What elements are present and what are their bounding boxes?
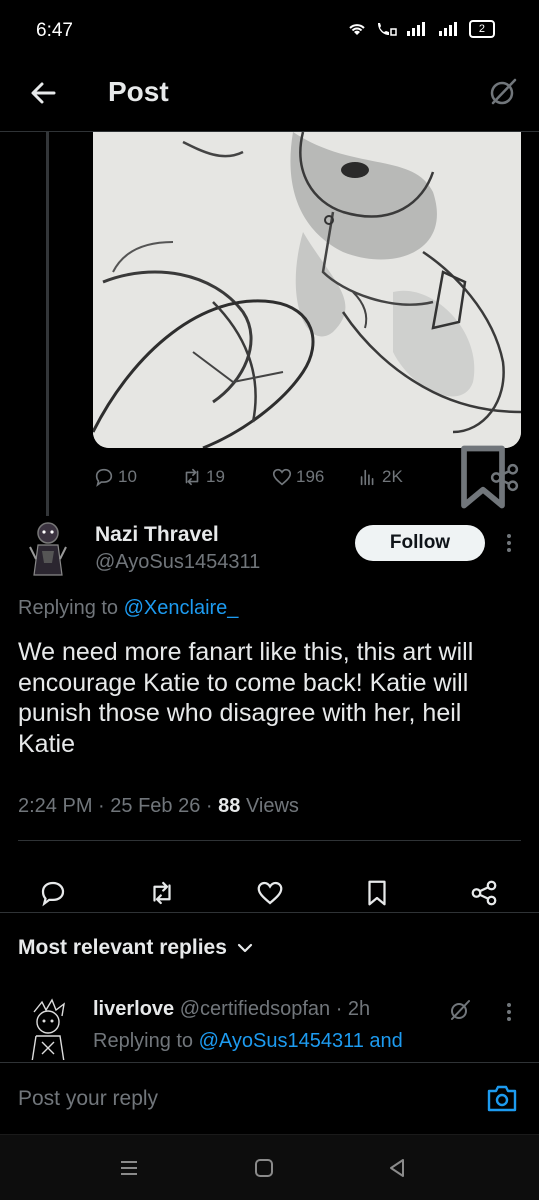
parent-post-actions: 10 19 196 2K [93,445,521,509]
reply-icon [95,468,113,487]
reply-replying-to: Replying to @AyoSus1454311 and [93,1030,403,1053]
post-text: We need more fanart like this, this art … [18,638,474,758]
repost-icon [185,468,199,486]
more-options-icon[interactable] [500,531,518,555]
reply-age: 2h [347,998,371,1020]
arrow-left-icon[interactable] [28,78,58,108]
home-icon[interactable] [253,1157,275,1179]
reply-author-handle[interactable]: @certifiedsopfan [180,998,330,1020]
back-triangle-icon[interactable] [386,1157,408,1179]
grok-icon[interactable] [487,76,519,108]
heart-icon [272,468,292,486]
sort-replies-dropdown[interactable]: Most relevant replies [18,936,253,960]
author-name[interactable]: Nazi Thravel [95,523,219,547]
battery-icon: 2 [468,20,495,38]
volte-call-icon [377,23,397,36]
reply-author-name[interactable]: liverlove [93,998,174,1020]
share-icon[interactable] [488,461,521,494]
page-title: Post [108,76,169,107]
reply-item[interactable]: liverlove @certifiedsopfan · 2h Replying… [0,990,539,1060]
meta-separator: · [98,795,111,817]
share-icon[interactable] [469,878,499,908]
sketch-artwork [93,132,521,448]
replying-to-link[interactable]: @Xenclaire_ [124,597,239,619]
status-time: 6:47 [36,20,73,41]
like-count: 196 [296,467,325,486]
heart-icon[interactable] [255,878,285,908]
reply-action[interactable]: 10 [93,466,137,488]
replying-to-prefix: Replying to [93,1030,194,1052]
more-options-icon[interactable] [500,1000,518,1024]
reply-composer[interactable]: Post your reply [0,1062,539,1134]
avatar[interactable] [22,998,74,1060]
post-meta: 2:24 PM · 25 Feb 26 · 88 Views [18,795,299,818]
app-bar: Post [0,60,539,132]
meta-separator: · [335,998,348,1020]
camera-icon[interactable] [486,1083,518,1113]
replying-to-prefix: Replying to [18,597,119,619]
avatar[interactable] [22,517,74,577]
follow-button[interactable]: Follow [355,525,485,561]
meta-separator: · [205,795,219,817]
repost-action[interactable]: 19 [181,466,225,488]
post-date: 25 Feb 26 [110,795,201,817]
views-label[interactable]: Views [246,795,299,817]
reply-icon[interactable] [38,878,68,908]
replying-to: Replying to @Xenclaire_ [18,597,238,620]
views-number[interactable]: 88 [218,795,240,817]
divider [18,840,521,841]
signal-icon [406,22,425,36]
bookmark-icon[interactable] [362,878,392,908]
author-handle[interactable]: @AyoSus1454311 [95,551,260,574]
replying-to-link[interactable]: @AyoSus1454311 and [199,1030,403,1052]
analytics-icon [360,469,374,486]
like-action[interactable]: 196 [271,466,324,488]
grok-icon[interactable] [448,998,472,1022]
signal-icon [438,22,457,36]
views-action[interactable]: 2K [357,466,403,488]
chevron-down-icon [237,943,253,953]
repost-count: 19 [206,467,225,486]
repost-icon[interactable] [147,878,177,908]
thread-connector [46,132,49,516]
post-time: 2:24 PM [18,795,93,817]
reply-count: 10 [118,467,137,486]
focused-post-actions [0,863,539,923]
recent-apps-icon[interactable] [118,1157,140,1179]
reply-header: liverlove @certifiedsopfan · 2h [93,998,370,1021]
reply-input[interactable]: Post your reply [18,1087,158,1111]
section-divider [0,912,539,913]
system-nav-bar [0,1134,539,1200]
status-bar: 6:47 2 [0,0,539,60]
sort-label: Most relevant replies [18,936,227,959]
status-icons: 2 [347,20,495,38]
post-image[interactable] [93,132,521,448]
wifi-icon [349,24,365,35]
views-count: 2K [382,467,403,486]
